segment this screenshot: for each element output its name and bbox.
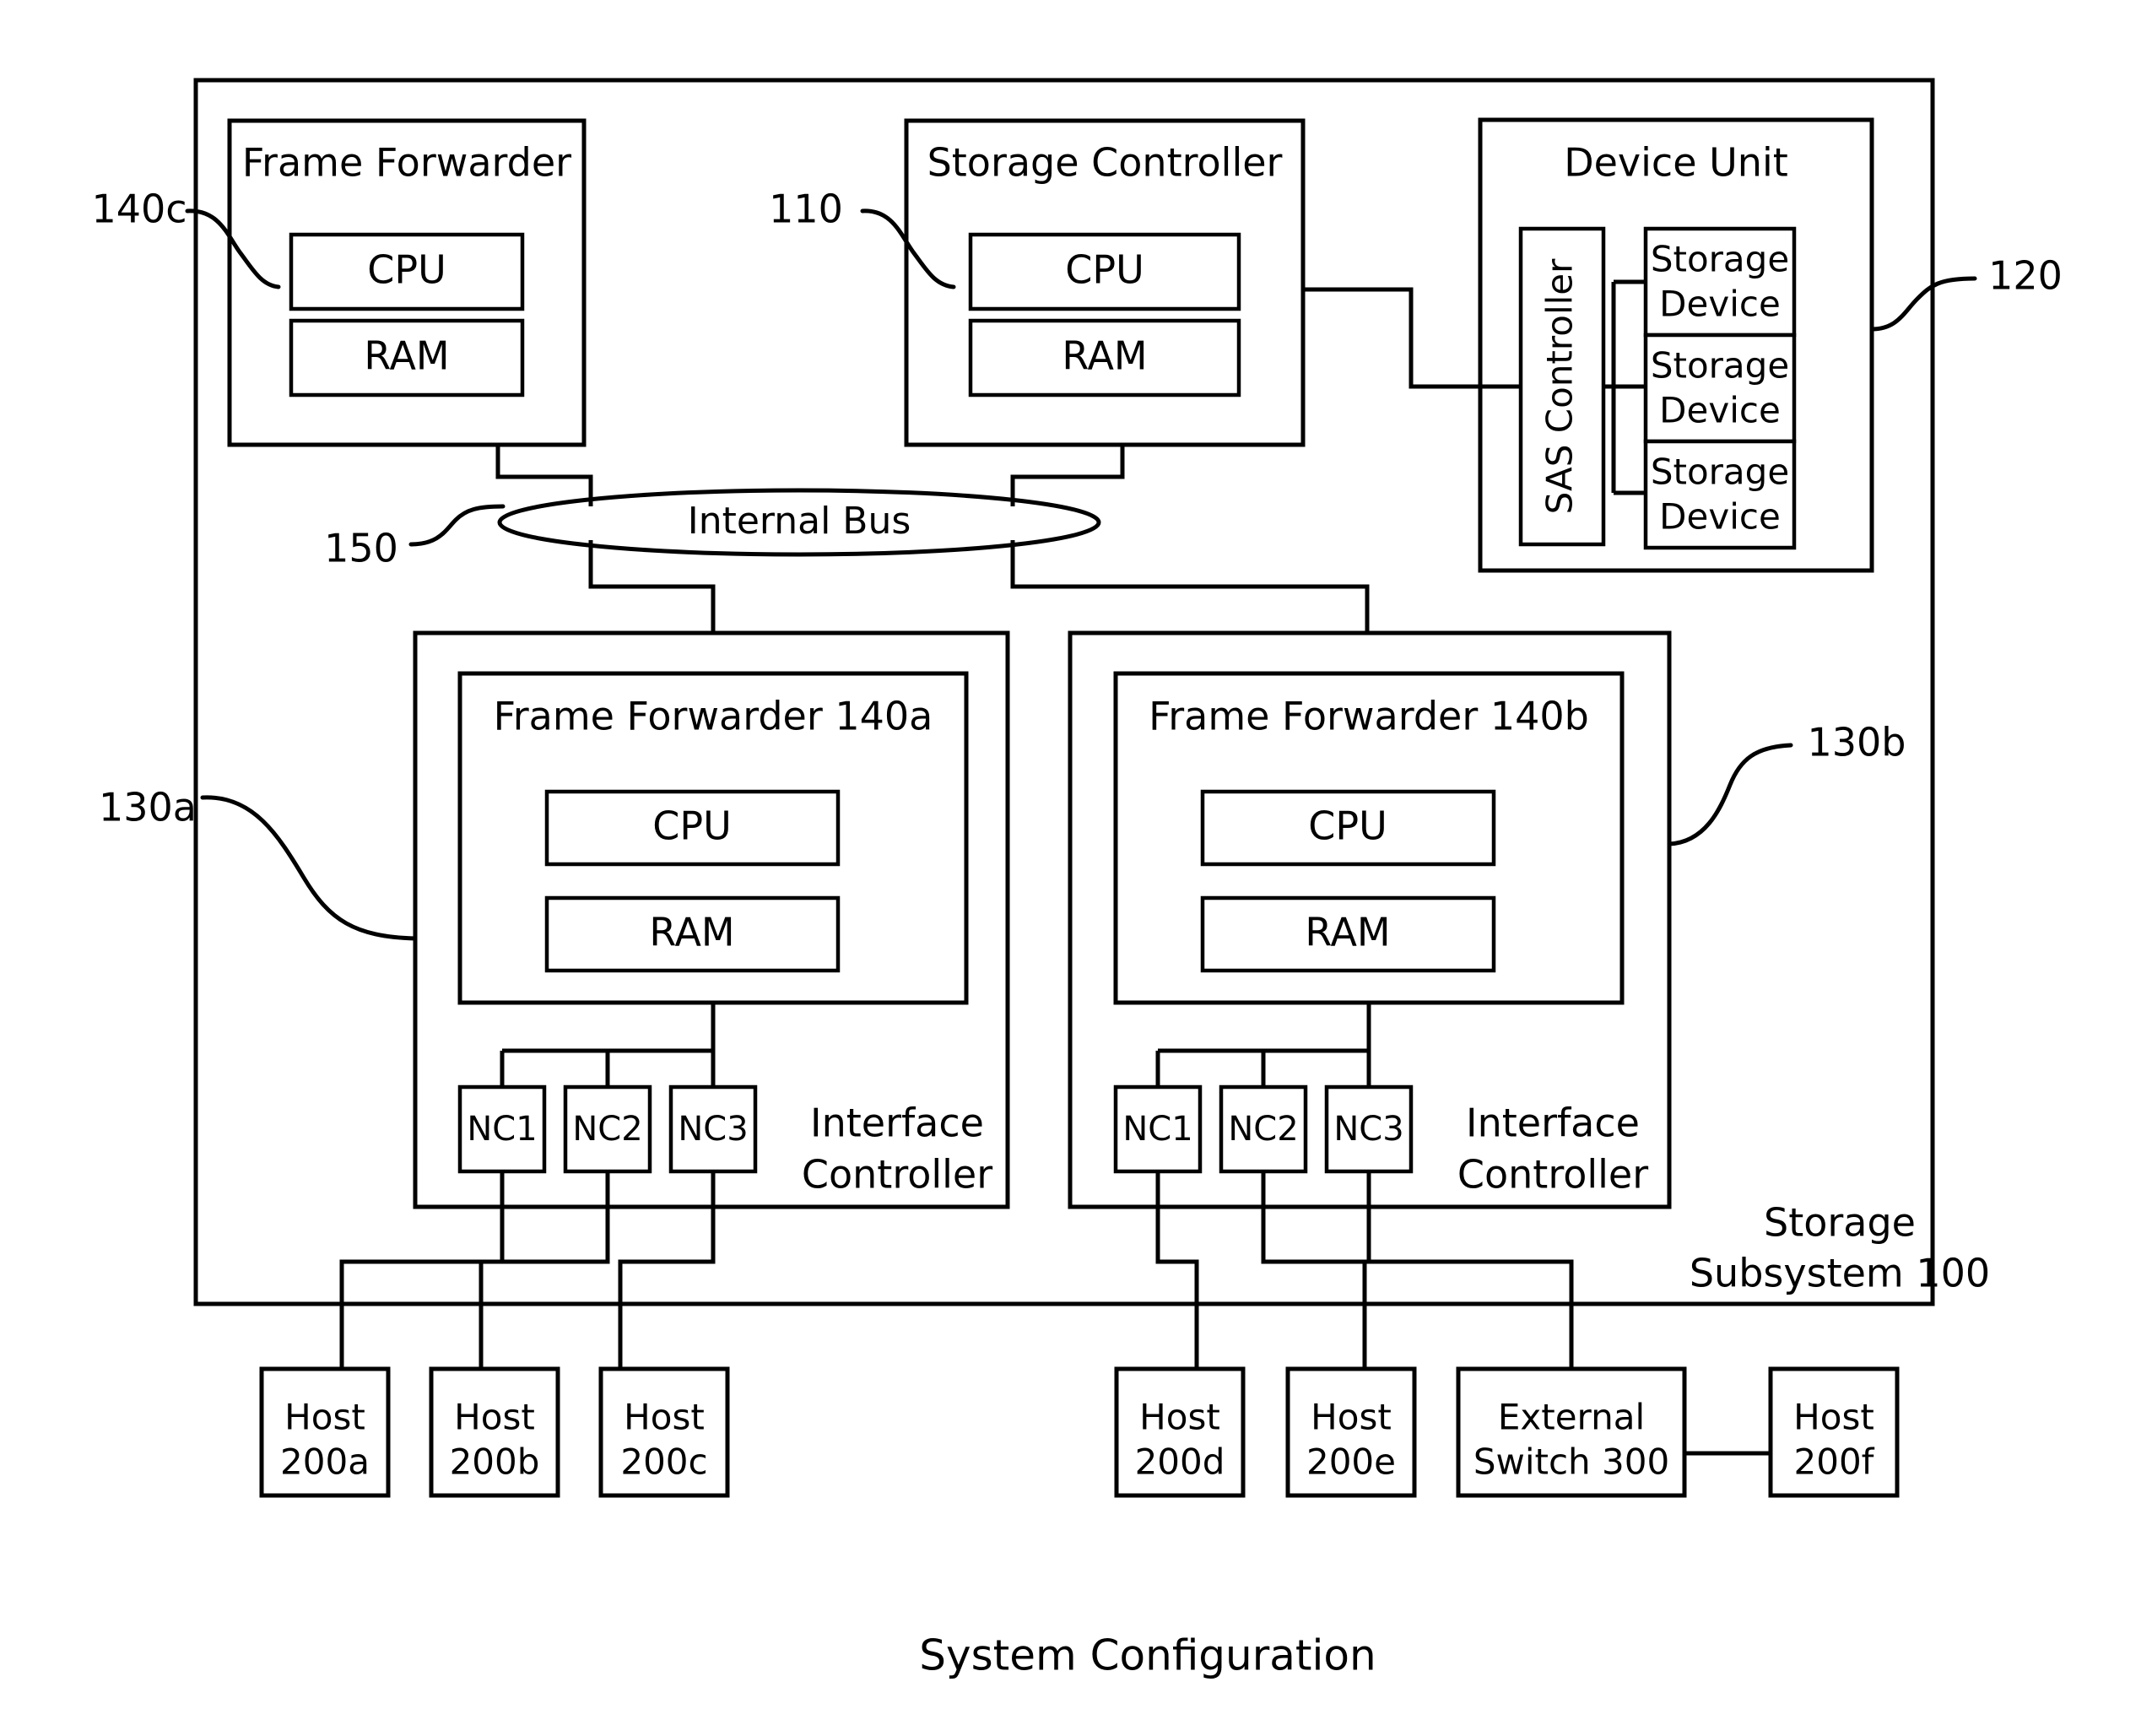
frame-forwarder-140b-cpu-label: CPU [1308, 803, 1387, 849]
storage-device-2-line2: Device [1659, 390, 1781, 431]
device-unit-title: Device Unit [1564, 140, 1788, 186]
host-200a-line2: 200a [280, 1441, 370, 1483]
storage-subsystem-label-line2: Subsystem 100 [1690, 1251, 1990, 1296]
system-configuration-diagram: Frame Forwarder CPU RAM 140c Storage Con… [91, 78, 2063, 1680]
storage-controller-cpu-label: CPU [1065, 247, 1144, 293]
nc2-label-130a: NC2 [572, 1110, 642, 1149]
host-200f-line1: Host [1793, 1397, 1874, 1438]
ref-110-label: 110 [769, 187, 843, 232]
ref-150-label: 150 [324, 526, 398, 571]
host-200e-line2: 200e [1306, 1441, 1396, 1483]
ref-120-label: 120 [1988, 253, 2063, 299]
frame-forwarder-140a-title: Frame Forwarder 140a [494, 694, 933, 739]
host-200e-line1: Host [1311, 1397, 1392, 1438]
internal-bus-label: Internal Bus [688, 500, 911, 543]
diagram-caption: System Configuration [919, 1631, 1376, 1680]
frame-forwarder-140a-cpu-label: CPU [652, 803, 732, 849]
external-switch-line2: Switch 300 [1473, 1441, 1669, 1483]
host-200b-line2: 200b [450, 1441, 540, 1483]
frame-forwarder-140c-ram-label: RAM [364, 333, 449, 379]
storage-device-1-line1: Storage [1651, 239, 1789, 280]
storage-device-3-line1: Storage [1651, 452, 1789, 493]
storage-controller-title: Storage Controller [927, 140, 1283, 186]
frame-forwarder-140b-ram-label: RAM [1305, 910, 1390, 955]
frame-forwarder-140c-cpu-label: CPU [367, 247, 446, 293]
frame-forwarder-140c-title: Frame Forwarder [242, 140, 571, 186]
interface-controller-130b-label-line1: Interface [1466, 1101, 1640, 1146]
storage-device-2-line1: Storage [1651, 345, 1789, 387]
host-200c-line2: 200c [620, 1441, 707, 1483]
frame-forwarder-140a-ram-label: RAM [649, 910, 734, 955]
ref-130a-label: 130a [99, 785, 197, 830]
ref-140c-label: 140c [91, 187, 187, 232]
ref-130b-label: 130b [1808, 720, 1906, 765]
interface-controller-130b-label-line2: Controller [1457, 1152, 1648, 1198]
nc1-label-130b: NC1 [1122, 1110, 1192, 1149]
nc2-label-130b: NC2 [1228, 1110, 1298, 1149]
storage-subsystem-label-line1: Storage [1764, 1200, 1916, 1246]
nc1-label-130a: NC1 [467, 1110, 537, 1149]
host-200d-line2: 200d [1135, 1441, 1225, 1483]
host-200d-line1: Host [1139, 1397, 1220, 1438]
nc3-label-130a: NC3 [678, 1110, 748, 1149]
frame-forwarder-140b-title: Frame Forwarder 140b [1149, 694, 1589, 739]
diagram-page: Frame Forwarder CPU RAM 140c Storage Con… [0, 0, 2152, 1736]
external-switch-line1: External [1498, 1397, 1645, 1438]
host-200c-line1: Host [624, 1397, 705, 1438]
nc3-label-130b: NC3 [1333, 1110, 1403, 1149]
storage-device-3-line2: Device [1659, 496, 1781, 538]
host-200f-line2: 200f [1794, 1441, 1875, 1483]
interface-controller-130a-label-line2: Controller [802, 1152, 992, 1198]
host-200b-line1: Host [454, 1397, 535, 1438]
host-200a-line1: Host [284, 1397, 365, 1438]
interface-controller-130a-label-line1: Interface [810, 1101, 984, 1146]
storage-controller-ram-label: RAM [1062, 333, 1147, 379]
sas-controller-label: SAS Controller [1539, 258, 1581, 515]
storage-device-1-line2: Device [1659, 284, 1781, 325]
